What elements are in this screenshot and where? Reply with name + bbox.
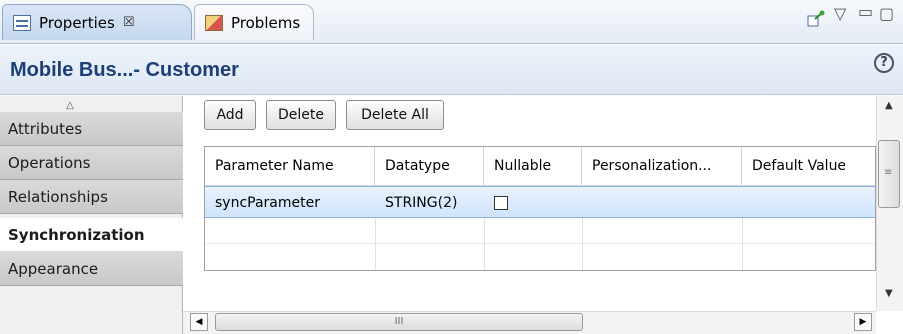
scroll-up-icon[interactable]: △: [60, 100, 80, 112]
scroll-left-arrow-icon[interactable]: ◀: [190, 313, 208, 331]
cell-default-value[interactable]: [742, 187, 875, 219]
cell-datatype[interactable]: STRING(2): [375, 187, 484, 219]
help-icon[interactable]: ?: [874, 53, 894, 73]
add-button[interactable]: Add: [204, 100, 256, 130]
properties-title-bar: Mobile Bus...- Customer ?: [0, 45, 903, 95]
nav-item-relationships[interactable]: Relationships: [0, 180, 183, 214]
scroll-up-arrow-icon[interactable]: ▲: [885, 100, 893, 111]
horizontal-scroll-thumb[interactable]: III: [215, 313, 583, 331]
pin-icon[interactable]: [806, 10, 826, 32]
cell-parameter-name[interactable]: syncParameter: [205, 187, 375, 219]
column-header-personalization[interactable]: Personalization...: [582, 147, 742, 186]
scroll-down-arrow-icon[interactable]: ▼: [885, 288, 893, 299]
maximize-icon[interactable]: ▢: [879, 4, 894, 23]
tab-properties-label: Properties: [39, 13, 115, 32]
parameters-table: Parameter Name Datatype Nullable Persona…: [204, 146, 876, 271]
page-title: Mobile Bus...- Customer: [10, 59, 239, 81]
tab-properties[interactable]: Properties ☒: [2, 4, 192, 40]
row-divider: [205, 243, 875, 244]
nav-item-operations[interactable]: Operations: [0, 146, 183, 180]
column-header-default-value[interactable]: Default Value: [742, 147, 875, 186]
close-icon[interactable]: ☒: [123, 15, 135, 30]
column-header-datatype[interactable]: Datatype: [375, 147, 484, 186]
problems-icon: [205, 14, 223, 31]
grip-icon: ≡: [884, 167, 893, 178]
column-divider: [484, 218, 485, 270]
scroll-right-arrow-icon[interactable]: ▶: [854, 313, 872, 331]
table-row[interactable]: syncParameter STRING(2): [205, 186, 875, 218]
nullable-checkbox[interactable]: [494, 196, 508, 210]
view-menu-icon[interactable]: ▽: [834, 4, 846, 23]
column-header-nullable[interactable]: Nullable: [484, 147, 582, 186]
properties-icon: [13, 14, 31, 31]
minimize-icon[interactable]: ▭: [858, 2, 873, 21]
nav-item-synchronization[interactable]: Synchronization: [0, 218, 183, 252]
nav-item-appearance[interactable]: Appearance: [0, 252, 183, 286]
column-divider: [582, 218, 583, 270]
nav-item-attributes[interactable]: Attributes: [0, 112, 183, 146]
cell-personalization[interactable]: [582, 187, 742, 219]
tab-problems[interactable]: Problems: [194, 4, 314, 40]
tab-problems-label: Problems: [231, 13, 301, 32]
column-header-parameter-name[interactable]: Parameter Name: [205, 147, 375, 186]
delete-button[interactable]: Delete: [266, 100, 336, 130]
vertical-scroll-thumb[interactable]: ≡: [878, 140, 900, 208]
column-divider: [375, 218, 376, 270]
cell-nullable[interactable]: [484, 187, 582, 219]
column-divider: [742, 218, 743, 270]
delete-all-button[interactable]: Delete All: [346, 100, 444, 130]
